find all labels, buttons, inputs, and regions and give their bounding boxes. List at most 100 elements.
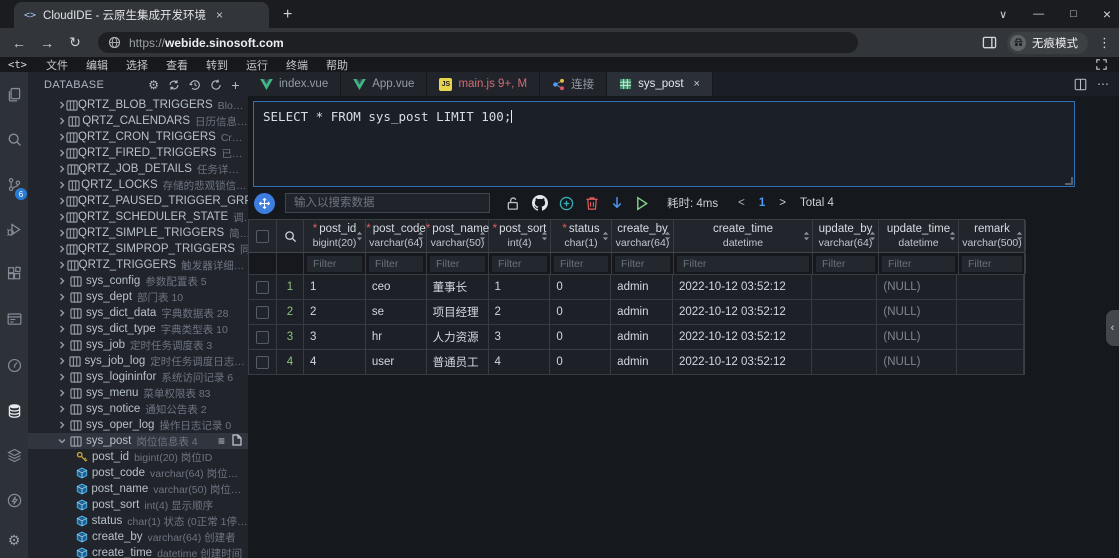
row-checkbox[interactable]	[256, 331, 269, 344]
chevron-right-icon[interactable]	[58, 149, 66, 157]
site-info-globe-icon[interactable]	[108, 36, 121, 49]
sort-icon[interactable]	[541, 231, 548, 242]
tree-item[interactable]: sys_job_log 定时任务调度日志表 0 ≡	[28, 353, 248, 369]
tree-item[interactable]: post_id bigint(20) 岗位ID ≡	[28, 449, 248, 465]
tree-item[interactable]: post_name varchar(50) 岗位名称 ≡	[28, 481, 248, 497]
run-sql-play-icon[interactable]	[635, 196, 649, 211]
sql-editor[interactable]: SELECT * FROM sys_post LIMIT 100;	[253, 101, 1075, 187]
search-input[interactable]	[285, 193, 490, 213]
menu-item[interactable]: 查看	[157, 57, 197, 73]
cell-post-sort[interactable]: 4	[489, 350, 551, 374]
cell-status[interactable]: 0	[550, 325, 611, 349]
more-actions-icon[interactable]: ⋯	[1097, 77, 1109, 91]
table-row[interactable]: 2 2 se 项目经理 2 0 admin 2022-10-12 03:52:1…	[249, 300, 1024, 325]
back-icon[interactable]: ←	[8, 35, 30, 51]
tree-item[interactable]: sys_menu 菜单权限表 83 ≡	[28, 385, 248, 401]
tree-item[interactable]: QRTZ_CALENDARS 日历信息表 0 ≡	[28, 113, 248, 129]
side-panel-icon[interactable]	[982, 35, 997, 50]
new-query-file-icon[interactable]	[232, 434, 242, 446]
chevron-right-icon[interactable]	[58, 421, 70, 429]
settings-gear-icon[interactable]: ⚙	[0, 523, 28, 558]
editor-tab[interactable]: JS App.vue ×	[341, 72, 427, 96]
tree-item[interactable]: QRTZ_LOCKS 存储的悲观锁信息表 2 ≡	[28, 177, 248, 193]
explorer-icon[interactable]	[0, 72, 28, 117]
cell-status[interactable]: 0	[550, 350, 611, 374]
cell-create-time[interactable]: 2022-10-12 03:52:12	[673, 350, 812, 374]
cell-post-id[interactable]: 3	[304, 325, 366, 349]
tree-item[interactable]: sys_dict_type 字典类型表 10 ≡	[28, 321, 248, 337]
run-debug-icon[interactable]	[0, 207, 28, 252]
cell-post-name[interactable]: 人力资源	[427, 325, 489, 349]
cell-create-by[interactable]: admin	[611, 275, 673, 299]
tree-item[interactable]: create_by varchar(64) 创建者 ≡	[28, 529, 248, 545]
db-add-connection-icon[interactable]: +	[231, 77, 240, 93]
cell-update-time[interactable]: (NULL)	[877, 300, 957, 324]
browser-tab-close-icon[interactable]: ×	[216, 8, 223, 22]
editor-resize-grip[interactable]	[1065, 177, 1073, 185]
drag-move-button[interactable]	[254, 193, 275, 214]
open-rows-icon[interactable]: ≡	[218, 434, 225, 448]
cell-post-name[interactable]: 普通员工	[427, 350, 489, 374]
cell-post-sort[interactable]: 3	[489, 325, 551, 349]
tree-item[interactable]: create_time datetime 创建时间 ≡	[28, 545, 248, 558]
column-header[interactable]: *post_code varchar(64)	[366, 220, 427, 252]
row-checkbox[interactable]	[256, 306, 269, 319]
table-row[interactable]: 4 4 user 普通员工 4 0 admin 2022-10-12 03:52…	[249, 350, 1024, 375]
chevron-right-icon[interactable]	[58, 229, 66, 237]
cell-update-time[interactable]: (NULL)	[877, 325, 957, 349]
cell-remark[interactable]	[957, 300, 1024, 324]
db-sync-icon[interactable]	[168, 79, 180, 91]
column-header[interactable]: *remark varchar(500)	[959, 220, 1026, 252]
tree-item[interactable]: sys_notice 通知公告表 2 ≡	[28, 401, 248, 417]
tree-item[interactable]: post_sort int(4) 显示顺序 ≡	[28, 497, 248, 513]
tree-item[interactable]: sys_job 定时任务调度表 3 ≡	[28, 337, 248, 353]
tree-item[interactable]: sys_logininfor 系统访问记录 6 ≡	[28, 369, 248, 385]
window-maximize-icon[interactable]: □	[1070, 8, 1077, 20]
preview-icon[interactable]	[0, 297, 28, 342]
filter-input[interactable]: Filter	[962, 256, 1022, 272]
cell-update-by[interactable]	[812, 300, 878, 324]
cell-post-sort[interactable]: 2	[489, 300, 551, 324]
filter-input[interactable]: Filter	[615, 256, 670, 272]
row-checkbox[interactable]	[256, 281, 269, 294]
tree-item[interactable]: post_code varchar(64) 岗位编码 ≡	[28, 465, 248, 481]
db-history-icon[interactable]	[189, 79, 201, 91]
cell-post-name[interactable]: 项目经理	[427, 300, 489, 324]
tree-item[interactable]: QRTZ_TRIGGERS 触发器详细信息表 3 ≡	[28, 257, 248, 273]
tree-item[interactable]: sys_oper_log 操作日志记录 0 ≡	[28, 417, 248, 433]
cell-post-id[interactable]: 2	[304, 300, 366, 324]
editor-tab-close-icon[interactable]: ×	[694, 78, 700, 90]
menu-item[interactable]: 选择	[117, 57, 157, 73]
layers-icon[interactable]	[0, 433, 28, 478]
cell-post-code[interactable]: user	[366, 350, 427, 374]
chevron-right-icon[interactable]	[58, 309, 70, 317]
row-checkbox[interactable]	[256, 356, 269, 369]
filter-input[interactable]: Filter	[677, 256, 809, 272]
editor-tab[interactable]: JS sys_post ×	[607, 72, 713, 96]
chevron-right-icon[interactable]	[58, 357, 69, 365]
chevron-right-icon[interactable]	[58, 373, 70, 381]
github-icon[interactable]	[532, 195, 548, 211]
export-download-icon[interactable]	[610, 196, 624, 211]
filter-input[interactable]: Filter	[307, 256, 362, 272]
tree-item[interactable]: QRTZ_SCHEDULER_STATE 调度器状... ≡	[28, 209, 248, 225]
cell-post-code[interactable]: se	[366, 300, 427, 324]
tree-item[interactable]: QRTZ_CRON_TRIGGERS Cron类型... ≡	[28, 129, 248, 145]
fullscreen-icon[interactable]	[1096, 59, 1107, 70]
search-icon[interactable]	[0, 117, 28, 162]
tree-item[interactable]: QRTZ_FIRED_TRIGGERS 已触发的触... ≡	[28, 145, 248, 161]
tree-item[interactable]: status char(1) 状态 (0正常 1停用) ≡	[28, 513, 248, 529]
browser-tab[interactable]: <> CloudIDE - 云原生集成开发环境 ×	[14, 2, 269, 28]
tree-item[interactable]: QRTZ_SIMPROP_TRIGGERS 同步机... ≡	[28, 241, 248, 257]
cell-create-by[interactable]: admin	[611, 300, 673, 324]
chevron-right-icon[interactable]	[58, 293, 70, 301]
sort-icon[interactable]	[949, 231, 956, 242]
editor-tab[interactable]: JS 连接 ×	[540, 72, 607, 96]
cell-create-time[interactable]: 2022-10-12 03:52:12	[673, 275, 812, 299]
sort-icon[interactable]	[602, 231, 609, 242]
chevron-right-icon[interactable]	[58, 165, 67, 173]
sort-icon[interactable]	[417, 231, 424, 242]
tree-item[interactable]: sys_dept 部门表 10 ≡	[28, 289, 248, 305]
chevron-right-icon[interactable]	[58, 245, 66, 253]
incognito-badge[interactable]: 无痕模式	[1007, 32, 1088, 54]
